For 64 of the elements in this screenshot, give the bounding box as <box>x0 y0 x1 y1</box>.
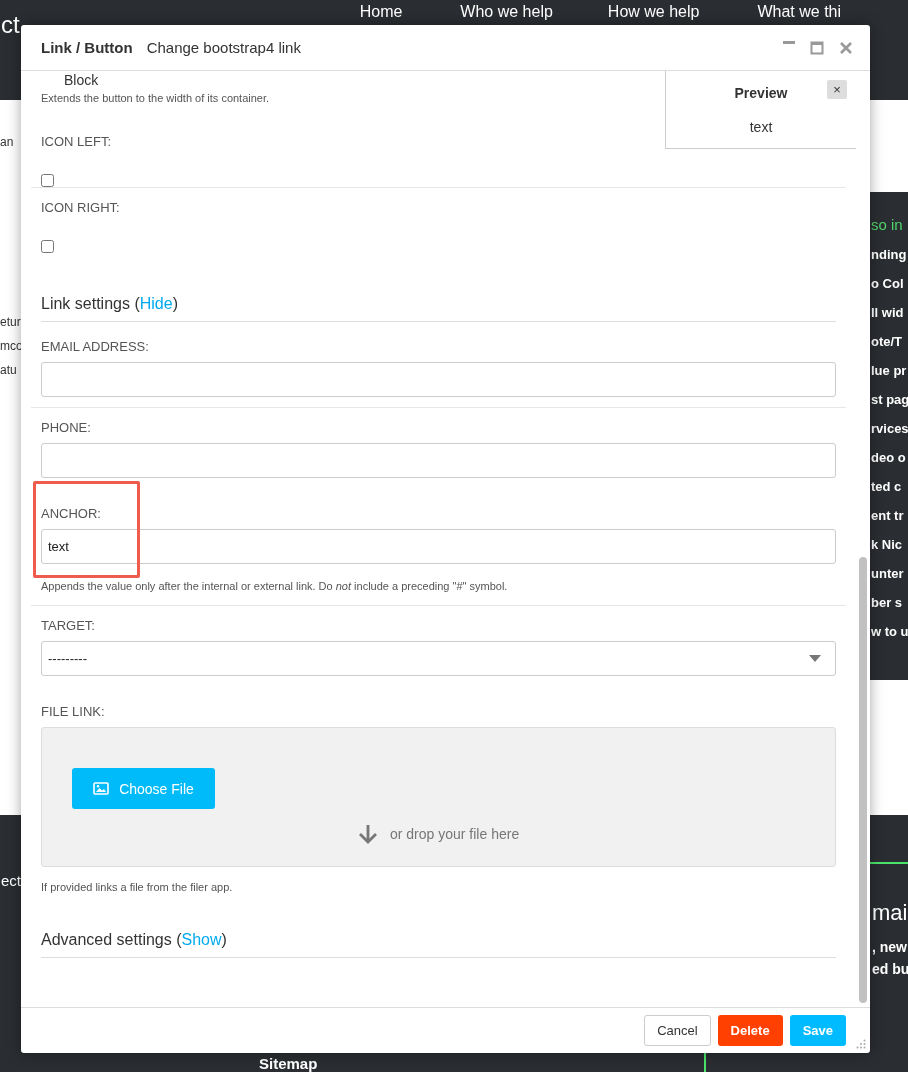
footer-heading: mail <box>872 900 908 926</box>
sidebar-link[interactable]: ted c <box>871 479 908 495</box>
maximize-icon <box>810 40 824 55</box>
nav-link[interactable]: What we thi <box>757 2 842 22</box>
down-arrow-icon <box>358 824 378 844</box>
image-icon <box>93 782 110 795</box>
field-label: PHONE: <box>41 419 92 437</box>
minimize-icon <box>783 40 795 44</box>
field-label: EMAIL ADDRESS: <box>41 338 150 356</box>
help-text: Extends the button to the width of its container. <box>41 91 270 105</box>
sidebar-link[interactable]: ote/T <box>871 334 908 350</box>
sidebar-link[interactable]: ber s <box>871 595 908 611</box>
input-field[interactable]: text <box>41 529 836 564</box>
nav-link[interactable]: Who we help <box>460 2 553 22</box>
logo-text: ct <box>1 10 20 40</box>
sidebar-link[interactable]: w to u <box>871 624 908 640</box>
field-label: ICON RIGHT: <box>41 199 121 217</box>
logo-text: ect <box>1 871 21 891</box>
sidebar-link[interactable]: rvices <box>871 421 908 437</box>
drop-zone[interactable]: Choose File or drop your file here <box>41 727 836 867</box>
close-button[interactable]: × <box>827 80 847 99</box>
body-text: an <box>0 134 15 150</box>
preview-title: Preview <box>734 85 788 101</box>
sidebar-heading: so in <box>871 216 904 234</box>
cancel-button[interactable]: Cancel <box>644 1015 711 1046</box>
scrollbar-thumb[interactable] <box>859 557 867 1003</box>
caret-icon <box>809 655 821 662</box>
field-label: ICON LEFT: <box>41 133 113 151</box>
dialog-title: Link / Button <box>41 39 133 56</box>
sidebar-link[interactable]: nding <box>871 247 908 263</box>
field-label: TARGET: <box>41 617 96 635</box>
sidebar-link[interactable]: ll wid <box>871 305 908 321</box>
checkbox-label: Block <box>64 72 99 88</box>
footer-link[interactable]: Sitemap <box>259 1055 318 1072</box>
dialog-subtitle: Change bootstrap4 link <box>146 39 301 56</box>
body-text: etur <box>0 314 22 330</box>
sidebar-link[interactable]: deo o <box>871 450 908 466</box>
sidebar-link[interactable]: unter <box>871 566 908 582</box>
nav-link[interactable]: Home <box>359 2 403 22</box>
delete-button[interactable]: Delete <box>717 1015 783 1046</box>
checkbox[interactable] <box>41 240 54 253</box>
sidebar-link[interactable]: ent tr <box>871 508 908 524</box>
select-field[interactable]: --------- <box>41 641 836 676</box>
drop-hint: or drop your file here <box>390 826 520 842</box>
input-field[interactable] <box>41 362 836 397</box>
sidebar-link[interactable]: k Nic <box>871 537 908 553</box>
footer-text: ed bu <box>872 960 908 979</box>
body-text: atu <box>0 362 18 378</box>
preview-text: text <box>749 119 773 135</box>
section-heading: Link settings (Hide) <box>41 293 836 322</box>
close-icon <box>839 40 853 55</box>
help-text: If provided links a file from the filer app. <box>41 880 233 894</box>
sidebar-link[interactable]: st pag <box>871 392 908 408</box>
help-text: Appends the value only after the internal or external link. Do not include a preceding "#" symbol. <box>41 579 508 593</box>
resize-grip-icon <box>856 1039 866 1049</box>
field-label: ANCHOR: <box>41 505 102 523</box>
footer-text: , new <box>872 938 908 957</box>
sidebar-link[interactable]: o Col <box>871 276 908 292</box>
field-label: FILE LINK: <box>41 703 106 721</box>
nav-link[interactable]: How we help <box>607 2 700 22</box>
input-field[interactable] <box>41 443 836 478</box>
sidebar-link[interactable]: lue pr <box>871 363 908 379</box>
checkbox[interactable] <box>41 174 54 187</box>
section-heading: Advanced settings (Show) <box>41 929 836 958</box>
